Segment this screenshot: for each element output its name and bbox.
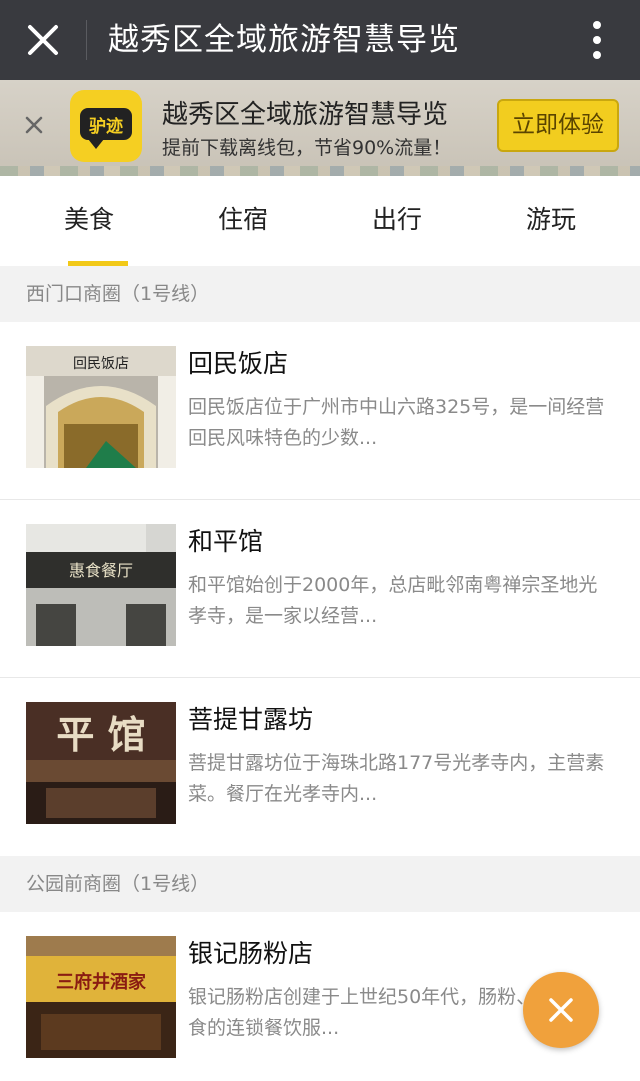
restaurant-name: 银记肠粉店 xyxy=(188,939,314,968)
category-tabs: 美食 住宿 出行 游玩 xyxy=(0,178,640,266)
banner-map-strip xyxy=(0,166,640,176)
restaurant-thumbnail: 平 馆 xyxy=(26,702,176,824)
floating-close-button[interactable] xyxy=(523,972,599,1048)
app-logo: 驴迹 xyxy=(70,90,142,162)
thumb-sign-text: 平 馆 xyxy=(56,713,145,757)
restaurant-description: 回民饭店位于广州市中山六路325号，是一间经营回民风味特色的少数... xyxy=(188,396,605,449)
banner-close-icon[interactable] xyxy=(22,113,46,137)
more-vertical-icon[interactable] xyxy=(582,16,612,64)
thumb-sign-text: 回民饭店 xyxy=(73,356,129,372)
restaurant-description: 和平馆始创于2000年，总店毗邻南粤禅宗圣地光孝寺，是一家以经营... xyxy=(188,574,598,627)
close-icon[interactable] xyxy=(18,15,68,65)
tab-label: 游玩 xyxy=(525,205,576,234)
section-header: 公园前商圈（1号线） xyxy=(0,856,640,912)
tab-food[interactable]: 美食 xyxy=(9,178,169,266)
page-title: 越秀区全域旅游智慧导览 xyxy=(108,22,460,58)
restaurant-name: 菩提甘露坊 xyxy=(188,705,314,734)
thumb-sign-text: 三府井酒家 xyxy=(56,971,147,993)
tab-play[interactable]: 游玩 xyxy=(471,178,631,266)
close-icon xyxy=(549,998,573,1022)
app-logo-text: 驴迹 xyxy=(89,117,123,137)
app-download-banner: 驴迹 越秀区全域旅游智慧导览 提前下载离线包，节省90%流量！ 立即体验 xyxy=(0,80,640,176)
restaurant-thumbnail: 回民饭店 xyxy=(26,346,176,468)
title-divider xyxy=(86,20,87,60)
restaurant-description: 菩提甘露坊位于海珠北路177号光孝寺内，主营素菜。餐厅在光孝寺内... xyxy=(188,752,605,805)
banner-title: 越秀区全域旅游智慧导览 xyxy=(162,100,449,130)
list-item[interactable]: 惠食餐厅 和平馆 和平馆始创于2000年，总店毗邻南粤禅宗圣地光孝寺，是一家以经… xyxy=(0,500,640,678)
tab-label: 住宿 xyxy=(217,205,268,234)
title-bar: 越秀区全域旅游智慧导览 xyxy=(0,0,640,80)
section-header: 西门口商圈（1号线） xyxy=(0,266,640,322)
tab-transport[interactable]: 出行 xyxy=(317,178,477,266)
banner-subtitle: 提前下载离线包，节省90%流量！ xyxy=(162,137,452,159)
tab-lodging[interactable]: 住宿 xyxy=(163,178,323,266)
try-now-button[interactable]: 立即体验 xyxy=(497,99,619,152)
tab-label: 出行 xyxy=(371,205,422,234)
thumb-sign-text: 惠食餐厅 xyxy=(69,561,133,580)
list-item[interactable]: 回民饭店 回民饭店 回民饭店位于广州市中山六路325号，是一间经营回民风味特色的… xyxy=(0,322,640,500)
restaurant-name: 回民饭店 xyxy=(188,349,289,378)
list-item[interactable]: 平 馆 菩提甘露坊 菩提甘露坊位于海珠北路177号光孝寺内，主营素菜。餐厅在光孝… xyxy=(0,678,640,856)
restaurant-name: 和平馆 xyxy=(188,527,264,556)
restaurant-thumbnail: 惠食餐厅 xyxy=(26,524,176,646)
restaurant-thumbnail: 三府井酒家 xyxy=(26,936,176,1058)
tab-label: 美食 xyxy=(63,205,114,234)
